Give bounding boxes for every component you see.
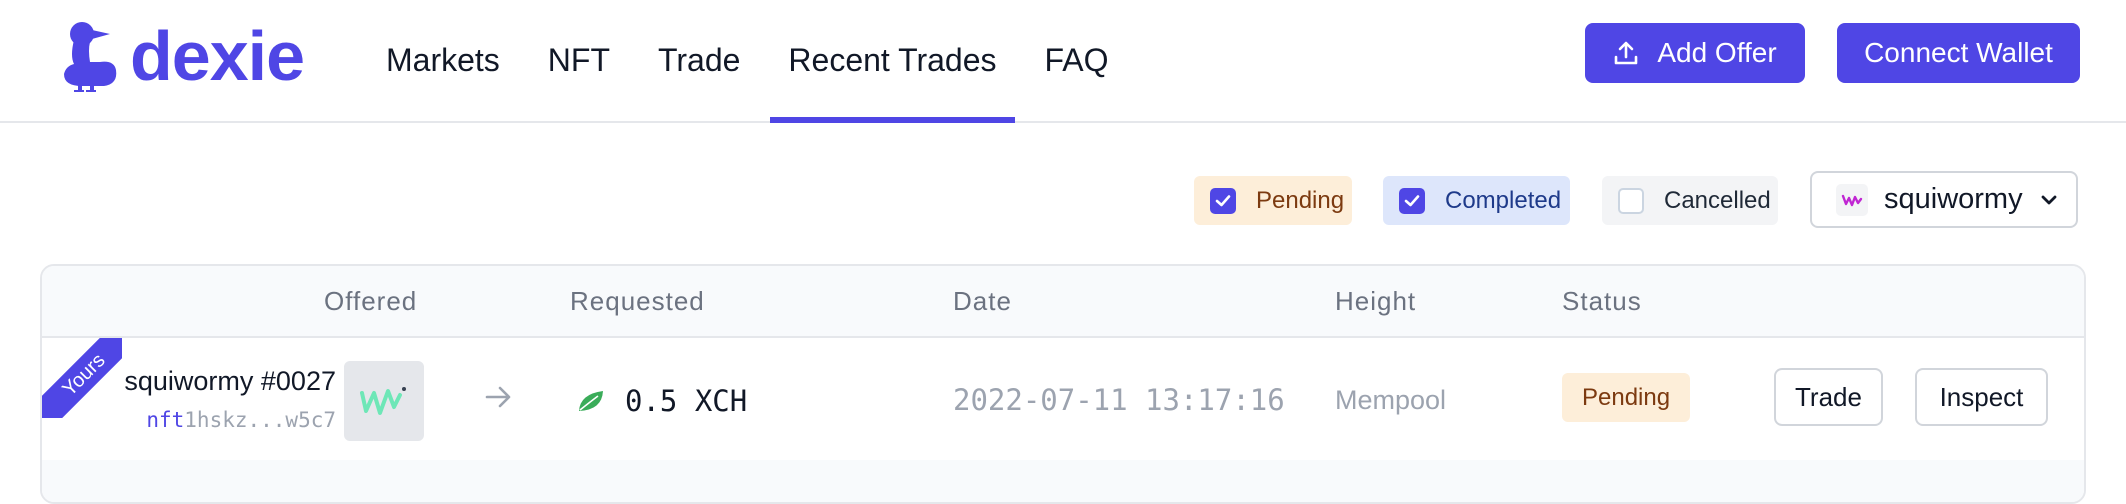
worm-nft-image-icon <box>360 387 406 415</box>
brand-name: dexie <box>130 17 305 95</box>
nav-faq[interactable]: FAQ <box>1027 0 1127 121</box>
col-height: Height <box>1335 286 1417 316</box>
checkmark-icon <box>1215 194 1231 206</box>
filter-completed[interactable]: Completed <box>1383 176 1570 225</box>
offered-nft-id[interactable]: nft1hskz...w5c7 <box>146 408 336 432</box>
connect-wallet-button[interactable]: Connect Wallet <box>1837 23 2080 83</box>
top-header: dexie Markets NFT Trade Recent Trades FA… <box>0 0 2126 123</box>
inspect-button[interactable]: Inspect <box>1915 368 2048 426</box>
col-date: Date <box>953 286 1012 316</box>
nav-recent-trades[interactable]: Recent Trades <box>770 0 1015 123</box>
filter-completed-label: Completed <box>1445 186 1562 214</box>
filter-cancelled-label: Cancelled <box>1664 186 1771 214</box>
trade-button[interactable]: Trade <box>1774 368 1883 426</box>
yours-ribbon: Yours <box>42 338 122 418</box>
nav-markets[interactable]: Markets <box>368 0 518 121</box>
nft-id-rest: 1hskz...w5c7 <box>184 408 336 432</box>
filter-pending-label: Pending <box>1256 186 1345 214</box>
recent-trades-table: Offered Requested Date Height Status You… <box>40 264 2086 504</box>
table-row[interactable]: Yours squiwormy #0027 nft1hskz...w5c7 0.… <box>42 338 2084 458</box>
pending-checkbox[interactable] <box>1210 187 1236 214</box>
dexie-logo[interactable]: dexie <box>60 16 305 96</box>
collection-select-value: squiwormy <box>1884 183 2023 215</box>
status-badge: Pending <box>1562 373 1691 422</box>
col-offered: Offered <box>324 286 418 316</box>
checkmark-icon <box>1404 194 1420 206</box>
table-row-next <box>42 460 2084 502</box>
chevron-down-icon <box>2041 195 2056 204</box>
table-header: Offered Requested Date Height Status <box>42 266 2084 338</box>
chia-leaf-icon <box>579 391 603 411</box>
completed-checkbox[interactable] <box>1399 187 1425 214</box>
requested-amount: 0.5 XCH <box>625 384 748 418</box>
offered-nft-name[interactable]: squiwormy #0027 <box>124 366 336 397</box>
trade-date: 2022-07-11 13:17:16 <box>953 383 1285 417</box>
col-status: Status <box>1562 286 1642 316</box>
duck-logo-icon <box>64 22 117 92</box>
add-offer-label: Add Offer <box>1657 37 1777 68</box>
squiwormy-icon <box>1841 194 1863 206</box>
yours-ribbon-label: Yours <box>42 338 122 418</box>
upload-icon <box>1615 41 1638 65</box>
collection-select[interactable]: squiwormy <box>1810 171 2078 228</box>
cancelled-checkbox[interactable] <box>1618 187 1644 214</box>
nft-id-prefix: nft <box>146 408 185 432</box>
block-height: Mempool <box>1335 385 1447 415</box>
nav-nft[interactable]: NFT <box>530 0 628 121</box>
filter-pending[interactable]: Pending <box>1194 176 1352 225</box>
arrow-right-icon <box>485 386 511 408</box>
add-offer-button[interactable]: Add Offer <box>1585 23 1805 83</box>
collection-avatar <box>1836 183 1868 216</box>
connect-wallet-label: Connect Wallet <box>1864 37 2053 68</box>
nav-trade[interactable]: Trade <box>640 0 758 121</box>
nft-thumbnail[interactable] <box>344 361 424 441</box>
main-nav: Markets NFT Trade Recent Trades FAQ <box>368 0 1139 123</box>
col-requested: Requested <box>570 286 705 316</box>
filter-cancelled[interactable]: Cancelled <box>1602 176 1778 225</box>
